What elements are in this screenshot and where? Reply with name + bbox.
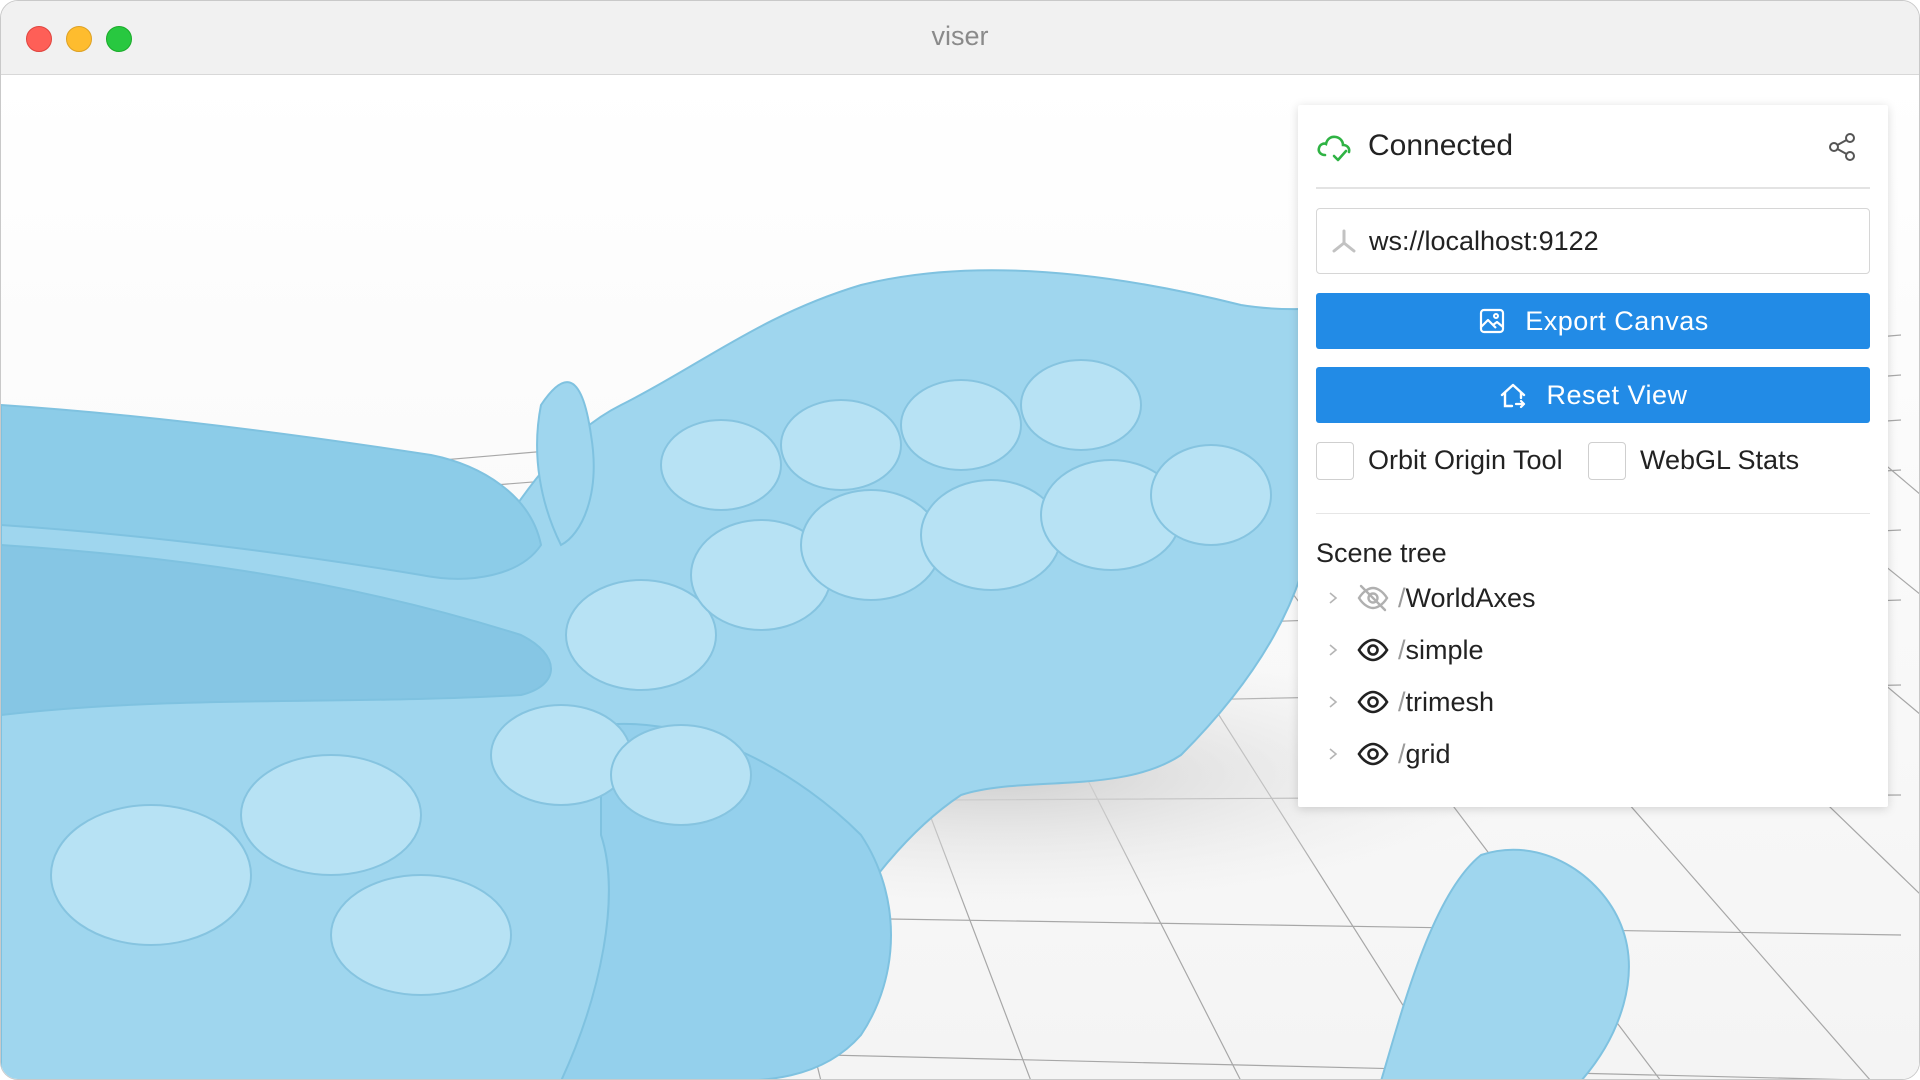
tree-item-trimesh[interactable]: /trimesh xyxy=(1316,681,1870,725)
tree-item-simple[interactable]: /simple xyxy=(1316,629,1870,673)
webgl-stats-label: WebGL Stats xyxy=(1640,445,1800,475)
orbit-origin-tool-label: Orbit Origin Tool xyxy=(1368,445,1563,475)
eye-icon[interactable] xyxy=(1356,687,1390,717)
cloud-check-icon xyxy=(1317,135,1351,162)
webgl-stats-checkbox[interactable] xyxy=(1588,442,1626,480)
tree-item-label: /trimesh xyxy=(1398,687,1495,717)
reset-view-label: Reset View xyxy=(1546,379,1688,410)
tree-item-label: /WorldAxes xyxy=(1398,583,1536,613)
control-panel: Connected Export Canvas xyxy=(1298,105,1888,807)
home-icon xyxy=(1501,383,1526,409)
reset-view-button[interactable]: Reset View xyxy=(1316,367,1870,423)
caret-right-icon[interactable] xyxy=(1328,747,1338,761)
tree-item-label: /grid xyxy=(1398,739,1451,769)
connection-status: Connected xyxy=(1368,129,1514,162)
window-title: viser xyxy=(931,21,989,51)
share-icon[interactable] xyxy=(1826,131,1858,163)
caret-right-icon[interactable] xyxy=(1328,695,1338,709)
caret-right-icon[interactable] xyxy=(1328,643,1338,657)
server-url-input[interactable] xyxy=(1369,226,1849,257)
options-row: Orbit Origin Tool WebGL Stats xyxy=(1316,442,1870,482)
tripod-icon xyxy=(1332,229,1356,253)
title-bar: viser xyxy=(1,1,1919,75)
eye-icon[interactable] xyxy=(1356,739,1390,769)
server-url-field[interactable] xyxy=(1316,208,1870,274)
panel-divider xyxy=(1316,513,1870,514)
caret-right-icon[interactable] xyxy=(1328,591,1338,605)
tree-item-grid[interactable]: /grid xyxy=(1316,733,1870,777)
panel-header: Connected xyxy=(1316,105,1870,189)
app-window: viser Connected ws://localhost:9122 Expo… xyxy=(0,0,1920,1080)
scene-tree-title: Scene tree xyxy=(1316,538,1447,568)
photo-icon xyxy=(1480,308,1505,334)
export-canvas-label: Export Canvas xyxy=(1525,305,1709,336)
export-canvas-button[interactable]: Export Canvas xyxy=(1316,293,1870,349)
orbit-origin-tool-checkbox[interactable] xyxy=(1316,442,1354,480)
tree-item-label: /simple xyxy=(1398,635,1484,665)
eye-icon[interactable] xyxy=(1356,635,1390,665)
tree-item-worldaxes[interactable]: /WorldAxes xyxy=(1316,577,1870,621)
eye-off-icon[interactable] xyxy=(1356,583,1390,613)
